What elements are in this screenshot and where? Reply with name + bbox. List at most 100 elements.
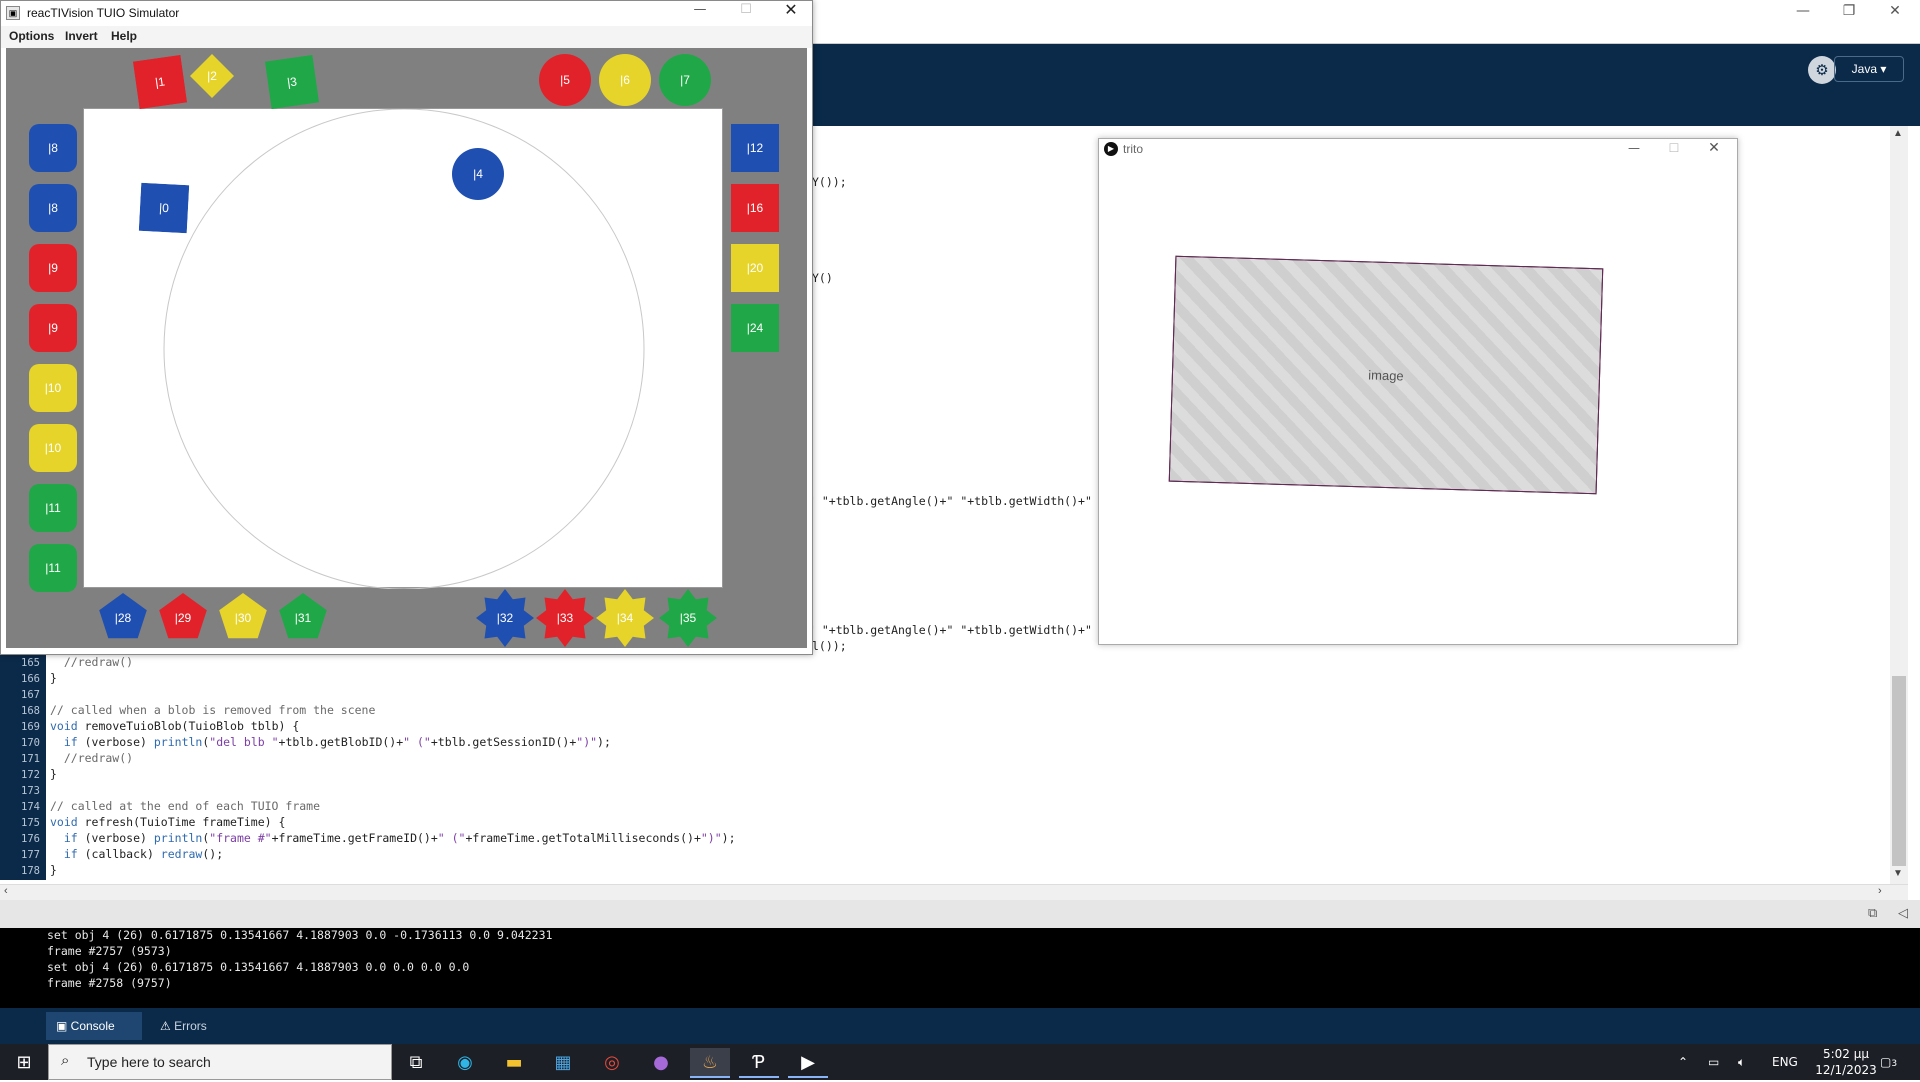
- menu-help[interactable]: Help: [111, 29, 137, 43]
- network-icon[interactable]: ▭: [1708, 1044, 1719, 1080]
- fiducial-0-square[interactable]: |0: [138, 182, 190, 234]
- console-line: set obj 4 (26) 0.6171875 0.13541667 4.18…: [47, 960, 470, 974]
- fiducial-8-rounded[interactable]: |8: [29, 184, 77, 232]
- fiducial-10-rounded[interactable]: |10: [29, 364, 77, 412]
- scroll-down-icon[interactable]: ▼: [1893, 868, 1903, 879]
- fiducial-34-star[interactable]: |34: [596, 589, 654, 647]
- fiducial-7-circle[interactable]: |7: [659, 54, 711, 106]
- fiducial-31-pentagon[interactable]: |31: [278, 593, 328, 643]
- java-icon[interactable]: ♨: [690, 1048, 730, 1078]
- fiducial-id-label: |33: [556, 611, 574, 625]
- tab-errors-label: Errors: [174, 1019, 207, 1033]
- close-button[interactable]: ✕: [1691, 137, 1737, 169]
- horizontal-scrollbar[interactable]: [0, 884, 1908, 900]
- search-placeholder: Type here to search: [87, 1054, 211, 1070]
- start-icon[interactable]: ⊞: [4, 1048, 44, 1078]
- github-icon[interactable]: ●: [641, 1048, 681, 1078]
- fiducial-20-square[interactable]: |20: [731, 244, 779, 292]
- fiducial-8-rounded[interactable]: |8: [29, 124, 77, 172]
- fiducial-11-rounded[interactable]: |11: [29, 544, 77, 592]
- fiducial-2-diamond[interactable]: |2: [190, 54, 234, 98]
- warning-icon: ⚠: [160, 1019, 175, 1033]
- simulator-table[interactable]: [83, 108, 723, 589]
- line-number: 166: [21, 673, 40, 685]
- clock[interactable]: 5:02 μμ 12/1/2023: [1808, 1044, 1884, 1080]
- fiducial-id-label: |12: [746, 141, 764, 155]
- fiducial-24-square[interactable]: |24: [731, 304, 779, 352]
- fiducial-16-square[interactable]: |16: [731, 184, 779, 232]
- volume-icon[interactable]: 🔈︎: [1738, 1044, 1745, 1080]
- fiducial-10-rounded[interactable]: |10: [29, 424, 77, 472]
- chevron-up-icon[interactable]: ⌃: [1678, 1044, 1688, 1080]
- tab-errors[interactable]: ⚠ Errors: [150, 1012, 240, 1040]
- fiducial-id-label: |8: [48, 201, 58, 215]
- play-icon[interactable]: ▶: [788, 1048, 828, 1078]
- fiducial-35-star[interactable]: |35: [659, 589, 717, 647]
- file-explorer-icon[interactable]: ▬: [494, 1048, 534, 1078]
- language-indicator[interactable]: ENG: [1772, 1044, 1798, 1080]
- fiducial-5-circle[interactable]: |5: [539, 54, 591, 106]
- code-line: //redraw(): [50, 655, 134, 669]
- menu-options[interactable]: Options: [9, 29, 54, 43]
- fiducial-29-pentagon[interactable]: |29: [158, 593, 208, 643]
- fiducial-id-label: |29: [174, 611, 192, 625]
- fiducial-id-label: |2: [207, 69, 217, 83]
- fiducial-id-label: |10: [44, 381, 62, 395]
- fiducial-id-label: |1: [154, 74, 166, 90]
- console-output[interactable]: set obj 4 (26) 0.6171875 0.13541667 4.18…: [0, 928, 1920, 1008]
- line-number: 173: [21, 785, 40, 797]
- line-number: 170: [21, 737, 40, 749]
- code-fragment: " "+tblb.getAngle()+" "+tblb.getWidth()+…: [808, 494, 1092, 508]
- fiducial-4-circle[interactable]: |4: [452, 148, 504, 200]
- fiducial-9-rounded[interactable]: |9: [29, 304, 77, 352]
- restore-button[interactable]: ❐: [1826, 0, 1872, 32]
- fiducial-9-rounded[interactable]: |9: [29, 244, 77, 292]
- collapse-icon[interactable]: ◁: [1898, 905, 1908, 921]
- fiducial-id-label: |10: [44, 441, 62, 455]
- console-tabbar: [0, 1008, 1920, 1044]
- fiducial-11-rounded[interactable]: |11: [29, 484, 77, 532]
- menu-invert[interactable]: Invert: [65, 29, 98, 43]
- fiducial-id-label: |31: [294, 611, 312, 625]
- tab-console[interactable]: ▣ Console: [46, 1012, 142, 1040]
- fiducial-33-star[interactable]: |33: [536, 589, 594, 647]
- close-button[interactable]: ✕: [1872, 0, 1918, 32]
- fiducial-3-square[interactable]: |3: [264, 54, 320, 110]
- edge-icon[interactable]: ◉: [445, 1048, 485, 1078]
- notifications-icon[interactable]: ▢3: [1880, 1044, 1897, 1080]
- mode-selector[interactable]: Java ▾: [1834, 56, 1904, 82]
- tab-console-label: Console: [70, 1019, 115, 1033]
- fiducial-6-circle[interactable]: |6: [599, 54, 651, 106]
- scroll-left-icon[interactable]: ‹: [4, 885, 8, 897]
- line-number: 167: [21, 689, 40, 701]
- code-fragment: Y(): [812, 271, 833, 285]
- fiducial-32-star[interactable]: |32: [476, 589, 534, 647]
- fiducial-id-label: |24: [746, 321, 764, 335]
- scroll-up-icon[interactable]: ▲: [1893, 128, 1903, 139]
- fiducial-id-label: |0: [158, 200, 170, 216]
- code-line: }: [50, 671, 57, 685]
- fiducial-id-label: |35: [679, 611, 697, 625]
- taskbar-search[interactable]: ⌕ Type here to search: [48, 1044, 392, 1080]
- code-line: }: [50, 863, 57, 877]
- fiducial-28-pentagon[interactable]: |28: [98, 593, 148, 643]
- fiducial-1-square[interactable]: |1: [132, 54, 188, 110]
- debug-icon[interactable]: ⚙: [1808, 56, 1836, 84]
- chrome-icon[interactable]: ◎: [592, 1048, 632, 1078]
- fiducial-id-label: |30: [234, 611, 252, 625]
- clock-date: 12/1/2023: [1815, 1063, 1877, 1077]
- sketch-image: image: [1168, 255, 1604, 495]
- task-view-icon[interactable]: ⧉: [396, 1048, 436, 1078]
- fiducial-12-square[interactable]: |12: [731, 124, 779, 172]
- code-line: void refresh(TuioTime frameTime) {: [50, 815, 286, 829]
- scroll-right-icon[interactable]: ›: [1878, 885, 1882, 897]
- store-icon[interactable]: ▦: [543, 1048, 583, 1078]
- line-number: 169: [21, 721, 40, 733]
- fiducial-id-label: |6: [620, 73, 630, 87]
- copy-icon[interactable]: ⧉: [1868, 905, 1877, 921]
- fiducial-id-label: |9: [48, 321, 58, 335]
- minimize-button[interactable]: —: [1780, 0, 1826, 32]
- processing-icon[interactable]: Ƥ: [739, 1048, 779, 1078]
- scrollbar-thumb[interactable]: [1892, 676, 1906, 866]
- fiducial-30-pentagon[interactable]: |30: [218, 593, 268, 643]
